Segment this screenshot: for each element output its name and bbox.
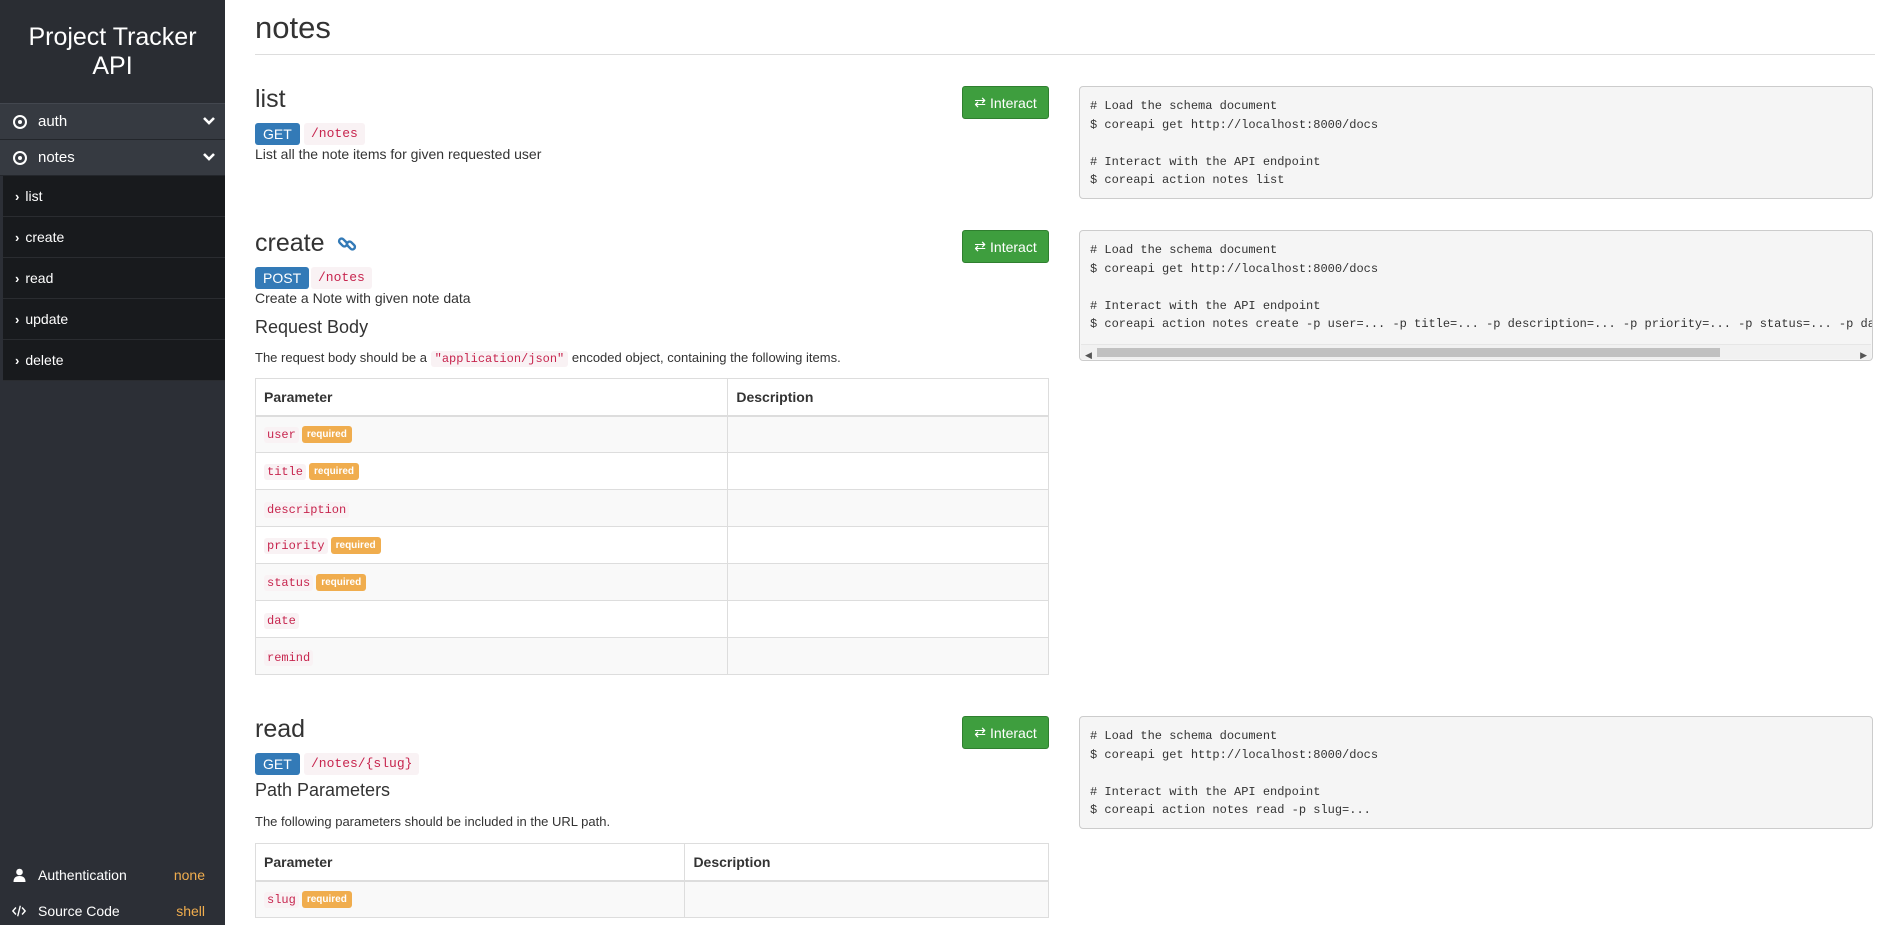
sidebar-item-update[interactable]: › update — [3, 299, 225, 340]
sidebar-item-delete[interactable]: › delete — [3, 340, 225, 381]
table-row: date — [254, 600, 1049, 638]
code-icon — [12, 904, 26, 918]
sidebar-notes-items: › list › create › read › update › delete — [0, 176, 225, 381]
column-header-description: Description — [684, 843, 1049, 882]
request-body-table: Parameter Description user required title r… — [254, 378, 1049, 675]
http-method-badge: GET — [255, 123, 300, 145]
swap-icon: ⇄ — [974, 94, 987, 110]
column-header-description: Description — [727, 378, 1049, 417]
interact-button[interactable]: ⇄ Interact — [962, 86, 1049, 119]
scroll-right-icon[interactable]: ▶ — [1860, 347, 1867, 360]
authentication-value[interactable]: none — [174, 867, 205, 883]
target-icon — [13, 114, 27, 129]
code-snippet-list: # Load the schema document $ coreapi get … — [1079, 86, 1873, 199]
user-icon — [12, 868, 26, 882]
required-badge: required — [301, 426, 352, 444]
title-divider — [255, 54, 1875, 55]
sidebar: Project Tracker API auth notes › list › cr… — [0, 0, 225, 925]
section-title-text: create — [255, 229, 325, 257]
authentication-label: Authentication — [38, 867, 127, 883]
code-snippet-create: # Load the schema document $ coreapi get … — [1079, 230, 1873, 361]
chevron-down-icon — [203, 117, 215, 125]
interact-label: Interact — [990, 724, 1037, 741]
app-title: Project Tracker API — [0, 0, 225, 104]
table-row: slug required — [254, 880, 1049, 918]
chevron-right-icon: › — [15, 352, 20, 368]
required-badge: required — [316, 574, 367, 591]
target-icon — [13, 150, 27, 165]
code-snippet-read: # Load the schema document $ coreapi get … — [1079, 716, 1873, 829]
chevron-right-icon: › — [15, 270, 20, 286]
sidebar-item-label: read — [25, 270, 54, 286]
table-row: status required — [254, 563, 1049, 601]
endpoint-description: Create a Note with given note data — [255, 290, 471, 306]
interact-button[interactable]: ⇄ Interact — [962, 716, 1049, 749]
scrollbar-thumb[interactable] — [1097, 348, 1720, 357]
required-badge: required — [309, 463, 360, 480]
interact-label: Interact — [990, 94, 1037, 111]
section-title-create: create — [255, 229, 357, 258]
endpoint-path: /notes/{slug} — [304, 753, 420, 775]
link-icon[interactable] — [337, 234, 357, 254]
sidebar-item-label: create — [25, 229, 65, 245]
horizontal-scrollbar[interactable]: ◀ ▶ — [1081, 344, 1871, 360]
main-content: notes list GET /notes List all the note … — [254, 0, 1875, 925]
source-code-value[interactable]: shell — [176, 903, 205, 919]
http-method-badge: POST — [255, 267, 310, 289]
chevron-right-icon: › — [15, 188, 20, 204]
sidebar-item-label: list — [25, 188, 43, 204]
scroll-left-icon[interactable]: ◀ — [1085, 347, 1092, 360]
page-title: notes — [255, 10, 331, 45]
path-parameters-table: Parameter Description slug required — [254, 843, 1049, 918]
sidebar-group-auth[interactable]: auth — [0, 104, 225, 140]
swap-icon: ⇄ — [974, 238, 987, 254]
http-method-badge: GET — [255, 753, 300, 775]
required-badge: required — [301, 891, 352, 909]
required-badge: required — [330, 537, 381, 554]
table-row: title required — [254, 452, 1049, 490]
endpoint-description: List all the note items for given reques… — [255, 146, 542, 162]
sidebar-item-label: delete — [25, 352, 64, 368]
swap-icon: ⇄ — [974, 724, 987, 740]
request-body-heading: Request Body — [255, 317, 369, 337]
endpoint-path: /notes — [311, 267, 372, 289]
request-body-note: The request body should be a "applicatio… — [255, 350, 841, 367]
authentication-setting[interactable]: Authentication none — [0, 857, 225, 893]
column-header-parameter: Parameter — [254, 378, 729, 417]
path-parameters-note: The following parameters should be inclu… — [255, 814, 611, 829]
column-header-parameter: Parameter — [254, 843, 686, 882]
sidebar-item-list[interactable]: › list — [3, 176, 225, 217]
source-code-label: Source Code — [38, 903, 120, 919]
chevron-right-icon: › — [15, 311, 20, 327]
sidebar-group-label: notes — [38, 149, 75, 166]
table-row: priority required — [254, 526, 1049, 564]
section-title-read: read — [255, 715, 306, 743]
sidebar-group-label: auth — [38, 113, 68, 130]
chevron-right-icon: › — [15, 229, 20, 245]
chevron-down-icon — [203, 153, 215, 161]
table-row: remind — [254, 637, 1049, 675]
sidebar-item-read[interactable]: › read — [3, 258, 225, 299]
source-code-setting[interactable]: Source Code shell — [0, 893, 225, 925]
sidebar-item-create[interactable]: › create — [3, 217, 225, 258]
section-title-list: list — [255, 85, 286, 113]
sidebar-item-label: update — [25, 311, 69, 327]
interact-label: Interact — [990, 238, 1037, 255]
table-row: user required — [254, 415, 1049, 453]
path-parameters-heading: Path Parameters — [255, 780, 391, 800]
sidebar-group-notes[interactable]: notes — [0, 140, 225, 176]
endpoint-path: /notes — [304, 123, 365, 145]
table-row: description — [254, 489, 1049, 527]
interact-button[interactable]: ⇄ Interact — [962, 230, 1049, 263]
